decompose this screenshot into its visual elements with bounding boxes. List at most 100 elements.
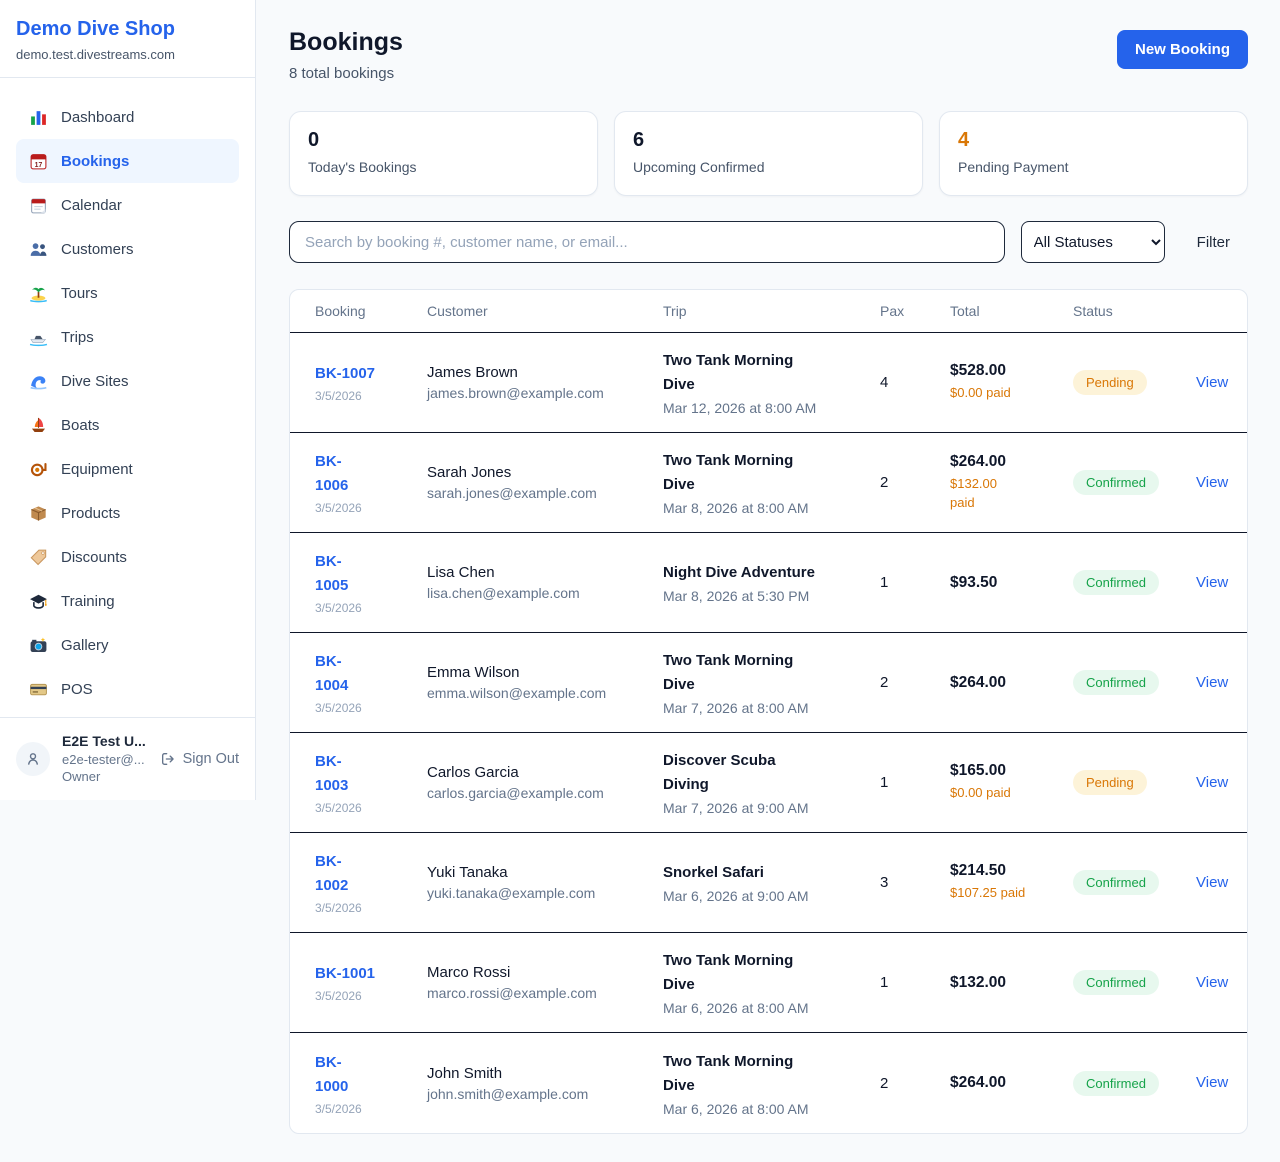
search-input[interactable] [289,221,1005,263]
sidebar-item-pos[interactable]: POS [16,667,239,711]
booking-id-link[interactable]: BK-1006 [315,450,348,498]
dive-sites-icon [28,371,48,391]
sidebar-item-equipment[interactable]: Equipment [16,447,239,491]
trips-icon [28,327,48,347]
customer-name: John Smith [427,1065,663,1082]
trip-datetime: Mar 7, 2026 at 8:00 AM [663,700,880,716]
sidebar-item-discounts[interactable]: Discounts [16,535,239,579]
trip-name: Two Tank MorningDive [663,449,880,497]
trip-datetime: Mar 8, 2026 at 8:00 AM [663,500,880,516]
view-link[interactable]: View [1196,474,1228,491]
trip-name: Two Tank MorningDive [663,349,880,397]
trip-datetime: Mar 7, 2026 at 9:00 AM [663,800,880,816]
view-cell: View [1196,374,1228,392]
view-cell: View [1196,474,1228,492]
user-email: e2e-tester@... [62,751,146,769]
pax-count: 1 [880,974,950,991]
status-filter-select[interactable]: All Statuses [1021,221,1165,263]
user-info: E2E Test U... e2e-tester@... Owner [62,732,146,786]
trip-cell: Discover ScubaDivingMar 7, 2026 at 9:00 … [663,749,880,816]
booking-id-link[interactable]: BK-1000 [315,1051,348,1099]
customer-email: john.smith@example.com [427,1086,663,1102]
customer-name: Emma Wilson [427,664,663,681]
sidebar-item-label: Equipment [61,461,133,478]
booking-id-link[interactable]: BK-1007 [315,362,375,386]
sidebar-item-products[interactable]: Products [16,491,239,535]
table-row: BK-10063/5/2026Sarah Jonessarah.jones@ex… [290,433,1247,533]
sidebar-item-dashboard[interactable]: Dashboard [16,95,239,139]
sidebar-item-gallery[interactable]: Gallery [16,623,239,667]
view-link[interactable]: View [1196,574,1228,591]
main-content: Bookings 8 total bookings New Booking 0T… [256,0,1280,1134]
booking-id-link[interactable]: BK-1003 [315,750,348,798]
view-link[interactable]: View [1196,774,1228,791]
sidebar-item-label: Bookings [61,153,129,170]
view-link[interactable]: View [1196,874,1228,891]
paid-amount: $132.00paid [950,475,1073,513]
view-link[interactable]: View [1196,974,1228,991]
status-badge: Pending [1073,770,1147,795]
sidebar-item-boats[interactable]: Boats [16,403,239,447]
trip-name: Two Tank MorningDive [663,649,880,697]
stat-label: Today's Bookings [308,159,579,175]
sidebar-item-label: Training [61,593,115,610]
customer-cell: Emma Wilsonemma.wilson@example.com [427,664,663,701]
view-link[interactable]: View [1196,674,1228,691]
customer-cell: Yuki Tanakayuki.tanaka@example.com [427,864,663,901]
sidebar-item-label: Dive Sites [61,373,129,390]
stat-value: 0 [308,129,579,152]
table-row: BK-10003/5/2026John Smithjohn.smith@exam… [290,1033,1247,1133]
booking-date: 3/5/2026 [315,389,427,403]
sidebar-item-calendar[interactable]: Calendar [16,183,239,227]
calendar-icon [28,195,48,215]
sidebar-nav: Dashboard 17BookingsCalendarCustomersTour… [0,78,255,728]
sidebar-item-customers[interactable]: Customers [16,227,239,271]
view-link[interactable]: View [1196,374,1228,391]
status-cell: Confirmed [1073,970,1196,995]
trip-datetime: Mar 12, 2026 at 8:00 AM [663,400,880,416]
booking-id-link[interactable]: BK-1004 [315,650,348,698]
booking-id-link[interactable]: BK-1001 [315,962,375,986]
trip-cell: Night Dive AdventureMar 8, 2026 at 5:30 … [663,561,880,604]
view-link[interactable]: View [1196,1074,1228,1091]
total-amount: $165.00 [950,762,1073,780]
sidebar-item-training[interactable]: Training [16,579,239,623]
status-badge: Confirmed [1073,570,1159,595]
table-row: BK-10013/5/2026Marco Rossimarco.rossi@ex… [290,933,1247,1033]
training-icon [28,591,48,611]
view-cell: View [1196,574,1228,592]
trip-datetime: Mar 6, 2026 at 8:00 AM [663,1101,880,1117]
booking-id-link[interactable]: BK-1005 [315,550,348,598]
pax-count: 3 [880,874,950,891]
sidebar: Demo Dive Shop demo.test.divestreams.com… [0,0,256,800]
brand-block: Demo Dive Shop demo.test.divestreams.com [0,0,255,78]
booking-cell: BK-10043/5/2026 [315,650,427,715]
pos-icon [28,679,48,699]
booking-id-link[interactable]: BK-1002 [315,850,348,898]
view-cell: View [1196,1074,1228,1092]
new-booking-button[interactable]: New Booking [1117,30,1248,69]
column-header: Status [1073,303,1196,319]
customers-icon [28,239,48,259]
status-cell: Pending [1073,770,1196,795]
booking-date: 3/5/2026 [315,501,427,515]
sidebar-item-label: Dashboard [61,109,134,126]
trip-cell: Two Tank MorningDiveMar 6, 2026 at 8:00 … [663,1050,880,1117]
sidebar-item-tours[interactable]: Tours [16,271,239,315]
sidebar-item-dive-sites[interactable]: Dive Sites [16,359,239,403]
total-cell: $132.00 [950,974,1073,992]
customer-name: Carlos Garcia [427,764,663,781]
booking-cell: BK-10023/5/2026 [315,850,427,915]
table-row: BK-10033/5/2026Carlos Garciacarlos.garci… [290,733,1247,833]
booking-cell: BK-10013/5/2026 [315,962,427,1003]
stat-card: 6Upcoming Confirmed [614,111,923,196]
filter-label[interactable]: Filter [1181,234,1248,251]
total-cell: $214.50$107.25 paid [950,862,1073,903]
sidebar-item-bookings[interactable]: 17Bookings [16,139,239,183]
sign-out-button[interactable]: Sign Out [160,751,239,767]
customer-email: carlos.garcia@example.com [427,785,663,801]
customer-cell: Marco Rossimarco.rossi@example.com [427,964,663,1001]
sidebar-item-trips[interactable]: Trips [16,315,239,359]
booking-cell: BK-10053/5/2026 [315,550,427,615]
trip-name: Night Dive Adventure [663,561,880,585]
